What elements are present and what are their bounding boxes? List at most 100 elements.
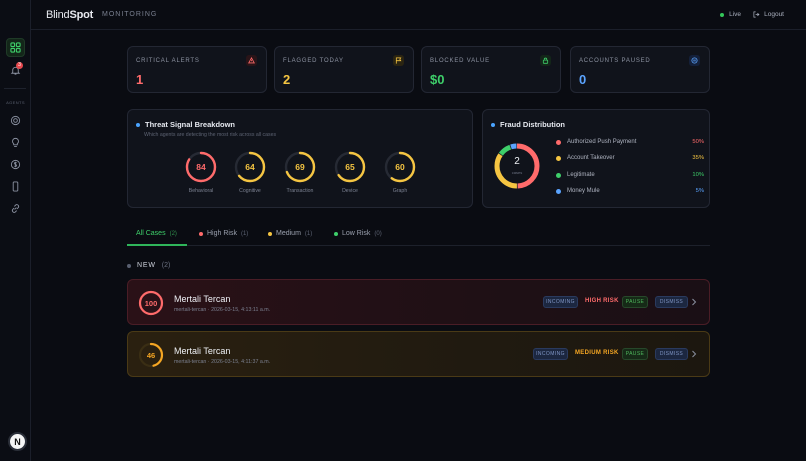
section-header-new: NEW (2) — [127, 262, 170, 269]
gauge-value: 64 — [245, 162, 255, 172]
status-badge: INCOMING — [543, 296, 578, 308]
brand-logo[interactable]: BlindSpot — [46, 9, 93, 21]
tab-low-risk[interactable]: Low Risk (0) — [334, 230, 382, 237]
lightbulb-icon[interactable] — [6, 133, 25, 152]
case-meta: mertali-tercan · 2026-03-15, 4:11:37 a.m… — [174, 359, 271, 365]
legend-label: Money Mule — [567, 188, 600, 194]
stat-value: $0 — [430, 72, 445, 87]
case-card[interactable]: 100 Mertali Tercan mertali-tercan · 2026… — [127, 279, 710, 325]
risk-level-label: MEDIUM RISK — [575, 350, 619, 356]
case-filter-tabs: All Cases (2) High Risk (1) Medium (1) Low … — [127, 225, 710, 246]
logout-button[interactable]: Logout — [753, 11, 784, 18]
tab-all-cases[interactable]: All Cases (2) — [136, 230, 177, 237]
tab-count: (0) — [374, 230, 382, 237]
live-label: Live — [729, 11, 741, 18]
legend-dot-icon — [556, 172, 561, 178]
stat-value: 1 — [136, 72, 144, 87]
chevron-right-icon[interactable] — [690, 296, 698, 308]
gauge-value: 65 — [345, 162, 355, 172]
title-dot-icon — [491, 122, 495, 127]
panel-subtitle: Which agents are detecting the most risk… — [144, 132, 277, 138]
tab-medium[interactable]: Medium (1) — [268, 230, 312, 237]
phone-icon[interactable] — [6, 177, 25, 196]
gauge-transaction: 69 Transaction — [283, 150, 317, 194]
section-label: NEW — [137, 262, 156, 269]
target-icon[interactable] — [6, 111, 25, 130]
tab-count: (1) — [304, 230, 313, 237]
gauge-label: Cognitive — [239, 188, 261, 194]
gauge-value: 60 — [395, 162, 405, 172]
gauge-ring: 69 — [284, 151, 316, 183]
brand-bold: Spot — [69, 9, 94, 21]
tab-count: (2) — [169, 230, 177, 237]
gauge-device: 65 Device — [333, 150, 367, 194]
brand-light: Blind — [46, 9, 70, 21]
stat-value: 2 — [283, 72, 291, 87]
sidebar: 3 AGENTS N — [0, 0, 31, 461]
risk-level-label: HIGH RISK — [585, 298, 619, 304]
dismiss-button[interactable]: DISMISS — [655, 348, 688, 360]
chevron-right-icon[interactable] — [690, 348, 698, 360]
dollar-icon[interactable] — [6, 155, 25, 174]
fraud-title: Fraud Distribution — [500, 120, 565, 129]
sidebar-section-label: AGENTS — [6, 100, 25, 105]
legend-label: Legitimate — [567, 172, 595, 178]
gauge-value: 69 — [295, 162, 305, 172]
notification-badge: 3 — [16, 62, 23, 69]
legend-label: Authorized Push Payment — [567, 139, 637, 145]
user-avatar[interactable]: N — [8, 432, 27, 451]
tab-count: (1) — [240, 230, 249, 237]
gauge-ring: 84 — [185, 151, 217, 183]
donut-center-label: cases — [511, 170, 523, 175]
pause-button[interactable]: PAUSE — [622, 296, 648, 308]
gauge-value: 84 — [196, 162, 206, 172]
status-badge: INCOMING — [533, 348, 568, 360]
gauge-ring: 65 — [334, 151, 366, 183]
dashboard-icon[interactable] — [6, 38, 25, 57]
stat-label: CRITICAL ALERTS — [136, 58, 200, 64]
pause-circle-icon — [689, 55, 700, 66]
panel-title: Threat Signal Breakdown — [136, 120, 235, 129]
stat-label: FLAGGED TODAY — [283, 58, 344, 64]
legend-dot-icon — [556, 188, 561, 194]
alert-triangle-icon — [246, 55, 257, 66]
low-risk-dot-icon — [334, 231, 338, 236]
logout-label: Logout — [764, 11, 784, 18]
live-status: Live — [720, 11, 741, 18]
nav-monitoring[interactable]: MONITORING — [102, 11, 157, 18]
section-count: (2) — [161, 262, 171, 269]
gauge-ring: 60 — [384, 151, 416, 183]
active-tab-underline — [127, 244, 187, 246]
stat-card-flagged: FLAGGED TODAY 2 — [274, 46, 414, 93]
panel-title: Fraud Distribution — [491, 120, 565, 129]
sidebar-divider — [4, 88, 26, 89]
dismiss-button[interactable]: DISMISS — [655, 296, 688, 308]
legend-label: Account Takeover — [567, 155, 615, 161]
link-icon[interactable] — [6, 199, 25, 218]
donut-center-value: 2 — [514, 156, 520, 167]
tab-high-risk[interactable]: High Risk (1) — [199, 230, 248, 237]
case-card[interactable]: 46 Mertali Tercan mertali-tercan · 2026-… — [127, 331, 710, 377]
legend-percent: 5% — [695, 188, 704, 194]
risk-score-ring: 100 — [138, 290, 164, 316]
risk-score-ring: 46 — [138, 342, 164, 368]
legend-item: Money Mule 5% — [556, 188, 704, 194]
stat-card-critical: CRITICAL ALERTS 1 — [127, 46, 267, 93]
section-dot-icon — [127, 263, 131, 268]
flag-icon — [393, 55, 404, 66]
pause-button[interactable]: PAUSE — [622, 348, 648, 360]
gauge-label: Device — [342, 188, 358, 194]
gauge-ring: 64 — [234, 151, 266, 183]
gauge-cognitive: 64 Cognitive — [233, 150, 267, 194]
stat-card-paused: ACCOUNTS PAUSED 0 — [570, 46, 710, 93]
legend-dot-icon — [556, 139, 561, 145]
legend-dot-icon — [556, 155, 561, 161]
legend-percent: 35% — [692, 155, 704, 161]
legend-percent: 10% — [692, 172, 704, 178]
high-risk-dot-icon — [199, 231, 203, 236]
gauge-graph: 60 Graph — [383, 150, 417, 194]
tab-label: Medium — [276, 230, 301, 237]
bell-icon[interactable]: 3 — [6, 61, 25, 80]
medium-dot-icon — [268, 231, 272, 236]
topbar: BlindSpot MONITORING Live Logout — [31, 0, 806, 30]
